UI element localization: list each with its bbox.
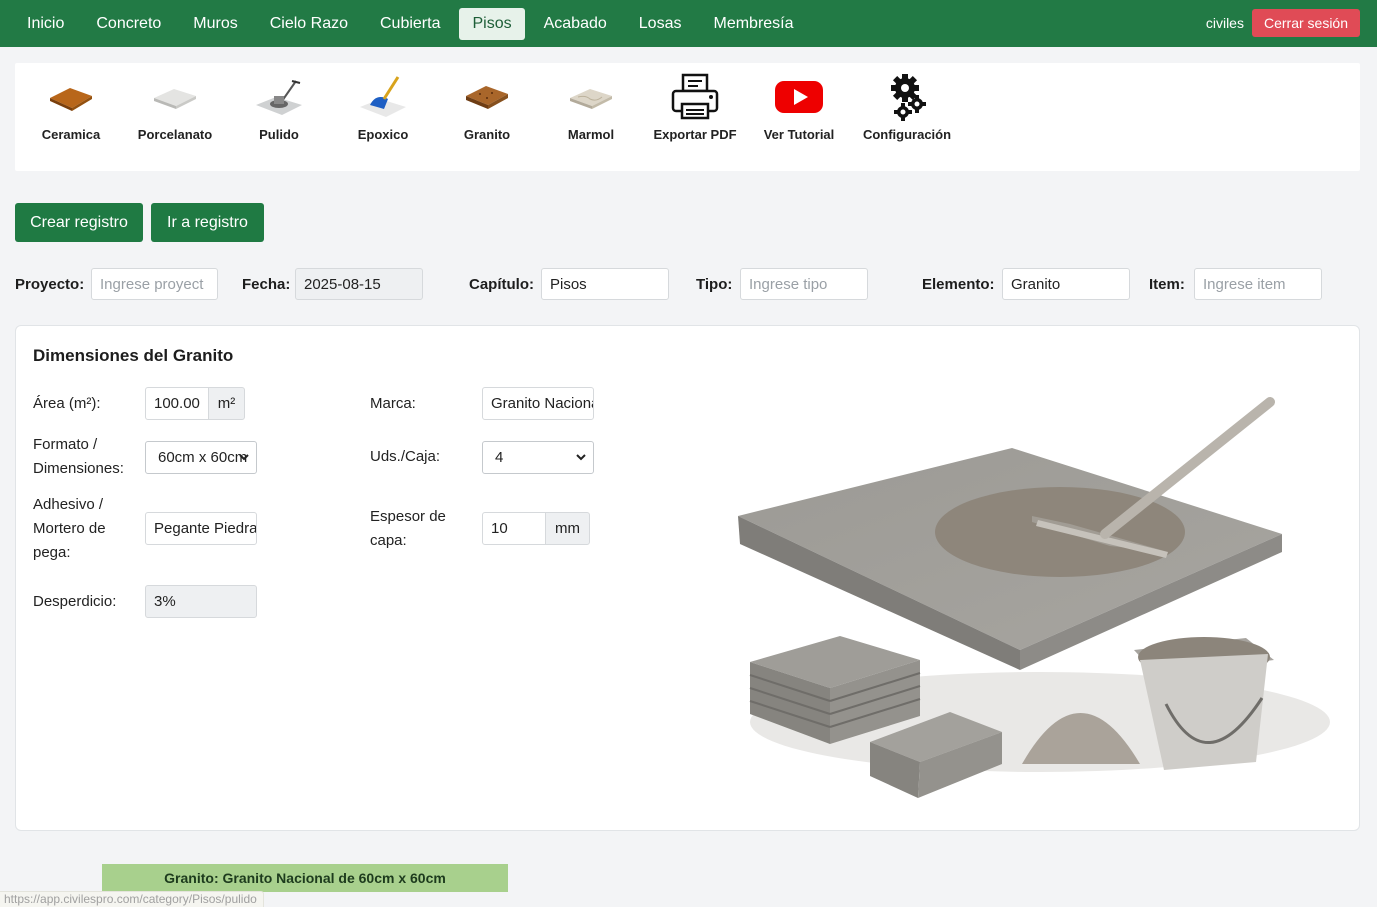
nav-concreto[interactable]: Concreto — [83, 8, 174, 40]
nav-acabado[interactable]: Acabado — [531, 8, 620, 40]
nav-cielo-razo[interactable]: Cielo Razo — [257, 8, 361, 40]
gears-icon — [855, 69, 959, 125]
chevron-down-icon — [576, 454, 586, 461]
tipo-label: Tipo: — [696, 276, 733, 293]
adhesivo-label: Adhesivo / Mortero de pega: — [33, 496, 106, 561]
formato-label: Formato / Dimensiones: — [33, 436, 124, 477]
marca-label: Marca: — [370, 395, 416, 412]
area-input[interactable]: 100.00 — [145, 387, 209, 420]
uds-select[interactable]: 4 — [482, 441, 594, 474]
capitulo-input[interactable]: Pisos — [541, 268, 669, 300]
elemento-label: Elemento: — [922, 276, 995, 293]
nav-muros[interactable]: Muros — [180, 8, 250, 40]
fecha-input[interactable]: 2025-08-15 — [295, 268, 423, 300]
logout-button[interactable]: Cerrar sesión — [1251, 9, 1360, 37]
nav-inicio[interactable]: Inicio — [14, 8, 77, 40]
area-unit: m² — [208, 387, 245, 420]
tool-ceramica[interactable]: Ceramica — [19, 69, 123, 145]
espesor-label: Espesor de capa: — [370, 508, 446, 549]
formato-select[interactable]: 60cm x 60cm — [145, 441, 257, 474]
elemento-input[interactable]: Granito — [1002, 268, 1130, 300]
nav-losas[interactable]: Losas — [626, 8, 695, 40]
printer-icon — [643, 69, 747, 125]
floor-polisher-icon — [227, 69, 331, 125]
youtube-icon — [747, 69, 851, 125]
goto-record-button[interactable]: Ir a registro — [151, 203, 264, 242]
summary-bar: Granito: Granito Nacional de 60cm x 60cm — [102, 864, 508, 892]
tool-ver-tutorial[interactable]: Ver Tutorial — [747, 69, 851, 145]
espesor-unit: mm — [545, 512, 590, 545]
create-record-button[interactable]: Crear registro — [15, 203, 143, 242]
desperdicio-input[interactable]: 3% — [145, 585, 257, 618]
card-title: Dimensiones del Granito — [33, 346, 234, 365]
area-label: Área (m²): — [33, 395, 101, 412]
chevron-down-icon — [239, 454, 249, 461]
tool-marmol[interactable]: Marmol — [539, 69, 643, 145]
fecha-label: Fecha: — [242, 276, 291, 293]
uds-label: Uds./Caja: — [370, 448, 441, 465]
user-area: civiles Cerrar sesión — [1206, 9, 1360, 37]
espesor-input[interactable]: 10 — [482, 512, 546, 545]
capitulo-label: Capítulo: — [469, 276, 534, 293]
item-input[interactable]: Ingrese item — [1194, 268, 1322, 300]
tool-configuracion[interactable]: Configuración — [855, 69, 959, 145]
status-url: https://app.civilespro.com/category/Piso… — [0, 891, 264, 907]
material-toolbar: Ceramica Porcelanato Pulido Epoxico Gran… — [15, 63, 1360, 171]
tipo-input[interactable]: Ingrese tipo — [740, 268, 868, 300]
tool-exportar-pdf[interactable]: Exportar PDF — [643, 69, 747, 145]
adhesivo-input[interactable]: Pegante Piedra — [145, 512, 257, 545]
desperdicio-label: Desperdicio: — [33, 593, 117, 610]
ceramic-tile-icon — [19, 69, 123, 125]
tool-porcelanato[interactable]: Porcelanato — [123, 69, 227, 145]
marca-input[interactable]: Granito Nacional — [482, 387, 594, 420]
porcelain-tile-icon — [123, 69, 227, 125]
granite-tile-icon — [435, 69, 539, 125]
tool-pulido[interactable]: Pulido — [227, 69, 331, 145]
user-name: civiles — [1205, 15, 1244, 31]
item-label: Item: — [1149, 276, 1185, 293]
top-navbar: Inicio Concreto Muros Cielo Razo Cubiert… — [0, 0, 1377, 47]
granite-mortar-illustration — [738, 397, 1330, 798]
tool-granito[interactable]: Granito — [435, 69, 539, 145]
nav-membresia[interactable]: Membresía — [700, 8, 806, 40]
marble-tile-icon — [539, 69, 643, 125]
proyecto-label: Proyecto: — [15, 276, 85, 293]
nav-cubierta[interactable]: Cubierta — [367, 8, 453, 40]
epoxy-scoop-icon — [331, 69, 435, 125]
proyecto-input[interactable]: Ingrese proyect — [91, 268, 218, 300]
nav-pisos[interactable]: Pisos — [459, 7, 525, 40]
tool-epoxico[interactable]: Epoxico — [331, 69, 435, 145]
